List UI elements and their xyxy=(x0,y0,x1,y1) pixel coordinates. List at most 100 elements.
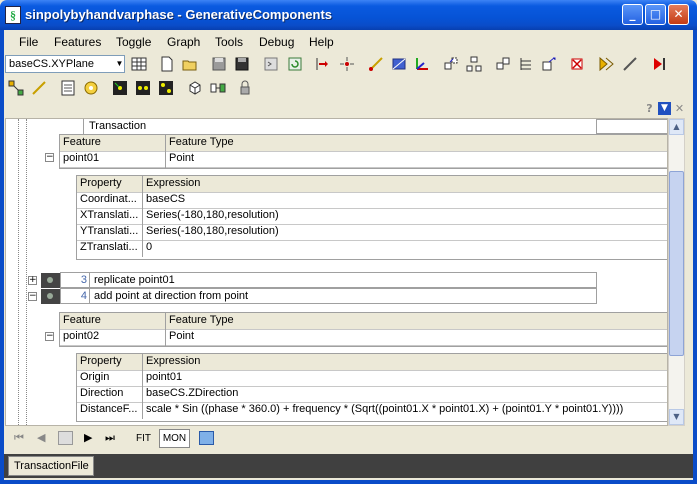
scroll-up-icon[interactable]: ▲ xyxy=(669,119,684,135)
transaction-header-label: Transaction xyxy=(89,120,147,132)
play-forward-icon[interactable] xyxy=(597,55,615,73)
menu-toggle[interactable]: Toggle xyxy=(116,35,151,49)
panel-close-icon[interactable]: ✕ xyxy=(673,102,686,115)
menu-tools[interactable]: Tools xyxy=(215,35,243,49)
insert-point-icon[interactable] xyxy=(314,55,332,73)
cycle-icon[interactable] xyxy=(82,79,100,97)
scroll-down-icon[interactable]: ▼ xyxy=(669,409,684,425)
measure-icon[interactable] xyxy=(30,79,48,97)
transform-icon[interactable] xyxy=(540,55,558,73)
transaction-row[interactable]: 4 add point at direction from point xyxy=(60,288,597,304)
plane-icon[interactable] xyxy=(390,55,408,73)
feature-row[interactable]: point02 Point xyxy=(60,329,667,346)
feature-type[interactable]: Point xyxy=(169,330,194,342)
feature-name[interactable]: point01 xyxy=(63,152,99,164)
collapse-icon[interactable]: − xyxy=(45,153,54,162)
collapse-icon[interactable]: − xyxy=(45,332,54,341)
save-all-icon[interactable] xyxy=(233,55,251,73)
feature-grid-1: Feature Feature Type point01 Point xyxy=(59,134,667,169)
point-burst-icon[interactable] xyxy=(338,55,356,73)
step-icon[interactable] xyxy=(58,431,73,445)
property-row[interactable]: Origin point01 xyxy=(77,370,667,387)
next-icon[interactable]: ▶ xyxy=(84,431,92,444)
menu-file[interactable]: File xyxy=(19,35,38,49)
copy-up-icon[interactable] xyxy=(494,55,512,73)
point-grid-icon[interactable] xyxy=(134,79,152,97)
feature-type[interactable]: Point xyxy=(169,152,194,164)
property-row[interactable]: DistanceF... scale * Sin ((phase * 360.0… xyxy=(77,402,667,418)
combo-value: baseCS.XYPlane xyxy=(9,58,94,70)
collapse-icon[interactable]: − xyxy=(28,292,37,301)
save-icon[interactable] xyxy=(210,55,228,73)
new-file-icon[interactable] xyxy=(158,55,176,73)
property-row[interactable]: Direction baseCS.ZDirection xyxy=(77,386,667,403)
property-row[interactable]: Coordinat... baseCS xyxy=(77,192,667,209)
first-icon[interactable]: ⏮ xyxy=(14,431,24,445)
feature-grid-2: Feature Feature Type point02 Point xyxy=(59,312,667,347)
tree-icon[interactable] xyxy=(517,55,535,73)
step-end-icon[interactable] xyxy=(650,55,668,73)
vertical-scrollbar[interactable]: ▲ ▼ xyxy=(668,118,685,426)
point-pair-icon[interactable] xyxy=(157,79,175,97)
cube-icon[interactable] xyxy=(186,79,204,97)
property-row[interactable]: XTranslati... Series(-180,180,resolution… xyxy=(77,208,667,225)
lock-icon[interactable] xyxy=(236,79,254,97)
property-expression[interactable]: 0 xyxy=(146,241,152,253)
grid-icon[interactable] xyxy=(130,55,148,73)
transaction-state-icon[interactable] xyxy=(41,289,60,304)
property-expression[interactable]: scale * Sin ((phase * 360.0) + frequency… xyxy=(146,403,662,415)
help-icon[interactable]: ? xyxy=(643,102,656,115)
coordinate-system-select[interactable]: baseCS.XYPlane ▼ xyxy=(5,55,125,73)
maximize-button[interactable]: □ xyxy=(645,4,666,25)
property-name: XTranslati... xyxy=(80,209,139,221)
tab-transaction-file[interactable]: TransactionFile xyxy=(8,456,94,476)
line-icon[interactable] xyxy=(367,55,385,73)
select-points-icon[interactable] xyxy=(111,79,129,97)
chevron-down-icon[interactable]: ▼ xyxy=(114,56,125,72)
expand-icon[interactable]: + xyxy=(28,276,37,285)
hierarchy-icon[interactable] xyxy=(465,55,483,73)
menu-debug[interactable]: Debug xyxy=(259,35,294,49)
menu-features[interactable]: Features xyxy=(54,35,101,49)
axes-icon[interactable] xyxy=(413,55,431,73)
feature-type-column-header: Feature Type xyxy=(169,136,234,148)
open-folder-icon[interactable] xyxy=(181,55,199,73)
property-expression[interactable]: baseCS.ZDirection xyxy=(146,387,238,399)
property-expression[interactable]: Series(-180,180,resolution) xyxy=(146,209,279,221)
refresh-icon[interactable] xyxy=(286,55,304,73)
display-icon[interactable] xyxy=(199,431,214,445)
mon-button[interactable]: MON xyxy=(159,429,190,448)
close-button[interactable]: ✕ xyxy=(668,4,689,25)
link-nodes-icon[interactable] xyxy=(209,79,227,97)
transaction-label[interactable]: replicate point01 xyxy=(94,274,175,286)
property-expression[interactable]: baseCS xyxy=(146,193,185,205)
feature-name[interactable]: point02 xyxy=(63,330,99,342)
feature-row[interactable]: point01 Point xyxy=(60,151,667,168)
property-row[interactable]: YTranslati... Series(-180,180,resolution… xyxy=(77,224,667,241)
pencil-icon[interactable] xyxy=(621,55,639,73)
scroll-thumb[interactable] xyxy=(669,171,684,356)
dropdown-icon[interactable]: ▼ xyxy=(658,102,671,115)
document-list-icon[interactable] xyxy=(59,79,77,97)
transaction-row[interactable]: 3 replicate point01 xyxy=(60,272,597,288)
node-graph-icon[interactable] xyxy=(7,79,25,97)
menu-bar: File Features Toggle Graph Tools Debug H… xyxy=(4,31,693,52)
property-expression[interactable]: Series(-180,180,resolution) xyxy=(146,225,279,237)
transaction-state-icon[interactable] xyxy=(41,273,60,288)
menu-graph[interactable]: Graph xyxy=(167,35,200,49)
menu-help[interactable]: Help xyxy=(309,35,334,49)
delete-icon[interactable] xyxy=(568,55,586,73)
transaction-label[interactable]: add point at direction from point xyxy=(94,290,248,302)
move-up-icon[interactable] xyxy=(442,55,460,73)
property-expression[interactable]: point01 xyxy=(146,371,182,383)
last-icon[interactable]: ⏭ xyxy=(105,431,115,445)
previous-icon[interactable]: ◀ xyxy=(37,431,45,444)
property-row[interactable]: ZTranslati... 0 xyxy=(77,240,667,256)
property-name: ZTranslati... xyxy=(80,241,138,253)
fit-button[interactable]: FIT xyxy=(136,433,151,444)
minimize-button[interactable]: _ xyxy=(622,4,643,25)
script-icon[interactable] xyxy=(262,55,280,73)
transaction-number: 4 xyxy=(80,290,87,302)
transaction-tree: Transaction Feature Feature Type point01… xyxy=(5,118,668,426)
tree-line xyxy=(18,119,19,425)
